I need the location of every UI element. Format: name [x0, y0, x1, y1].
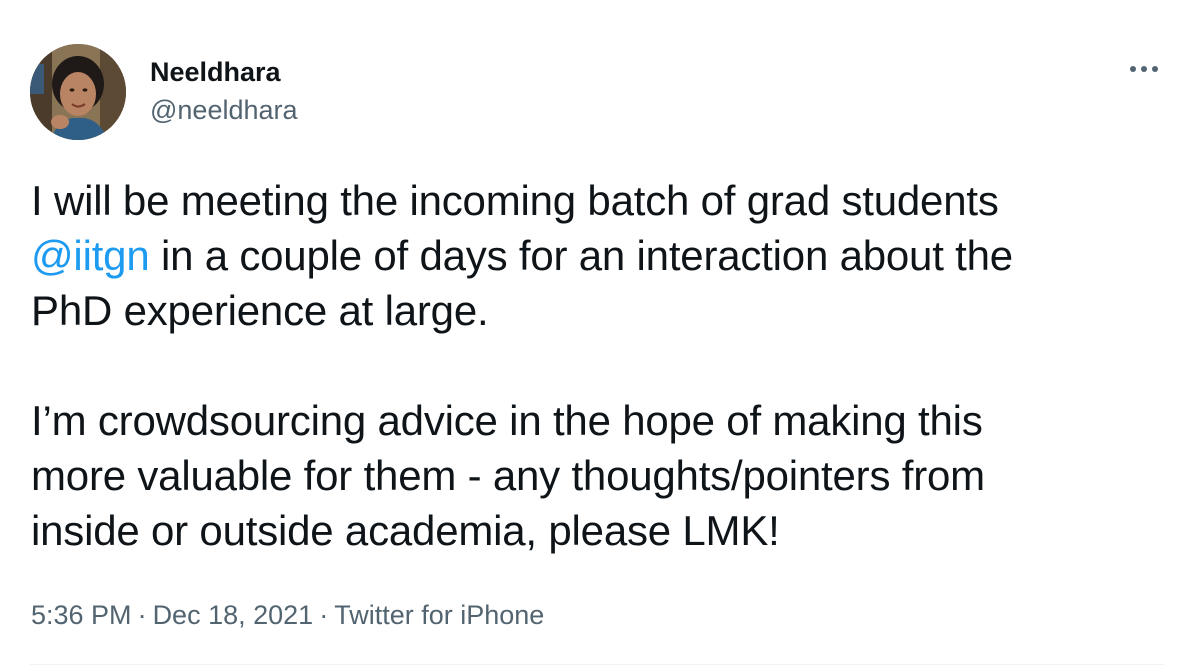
avatar-image	[30, 44, 126, 140]
tweet-text-line-6: inside or outside academia, please LMK!	[31, 507, 780, 554]
more-options-button[interactable]	[1124, 54, 1164, 84]
author-display-name[interactable]: Neeldhara	[150, 56, 298, 88]
tweet-card: Neeldhara @neeldhara I will be meeting t…	[0, 0, 1192, 670]
author-handle[interactable]: @neeldhara	[150, 94, 298, 126]
divider	[30, 664, 1164, 665]
tweet-line: I’m crowdsourcing advice in the hope of …	[31, 393, 1171, 448]
tweet-text-line-4: I’m crowdsourcing advice in the hope of …	[31, 397, 983, 444]
tweet-line: more valuable for them - any thoughts/po…	[31, 448, 1171, 503]
tweet-source[interactable]: Twitter for iPhone	[334, 600, 544, 630]
tweet-text-line-2: in a couple of days for an interaction a…	[149, 232, 1013, 279]
meta-separator: ·	[137, 600, 147, 630]
tweet-time[interactable]: 5:36 PM	[31, 600, 132, 630]
tweet-text: I will be meeting the incoming batch of …	[31, 173, 1171, 558]
tweet-text-line-1: I will be meeting the incoming batch of …	[31, 177, 999, 224]
more-icon	[1130, 66, 1158, 72]
tweet-meta: 5:36 PM · Dec 18, 2021 · Twitter for iPhone	[31, 598, 544, 632]
tweet-line: PhD experience at large.	[31, 283, 1171, 338]
tweet-date[interactable]: Dec 18, 2021	[153, 600, 314, 630]
tweet-text-line-3: PhD experience at large.	[31, 287, 489, 334]
tweet-line: I will be meeting the incoming batch of …	[31, 173, 1171, 228]
tweet-line: inside or outside academia, please LMK!	[31, 503, 1171, 558]
author-block: Neeldhara @neeldhara	[150, 56, 298, 126]
avatar[interactable]	[30, 44, 126, 140]
tweet-line: @iitgn in a couple of days for an intera…	[31, 228, 1171, 283]
mention-link[interactable]: @iitgn	[31, 232, 150, 279]
meta-separator: ·	[319, 600, 329, 630]
tweet-text-line-5: more valuable for them - any thoughts/po…	[31, 452, 985, 499]
